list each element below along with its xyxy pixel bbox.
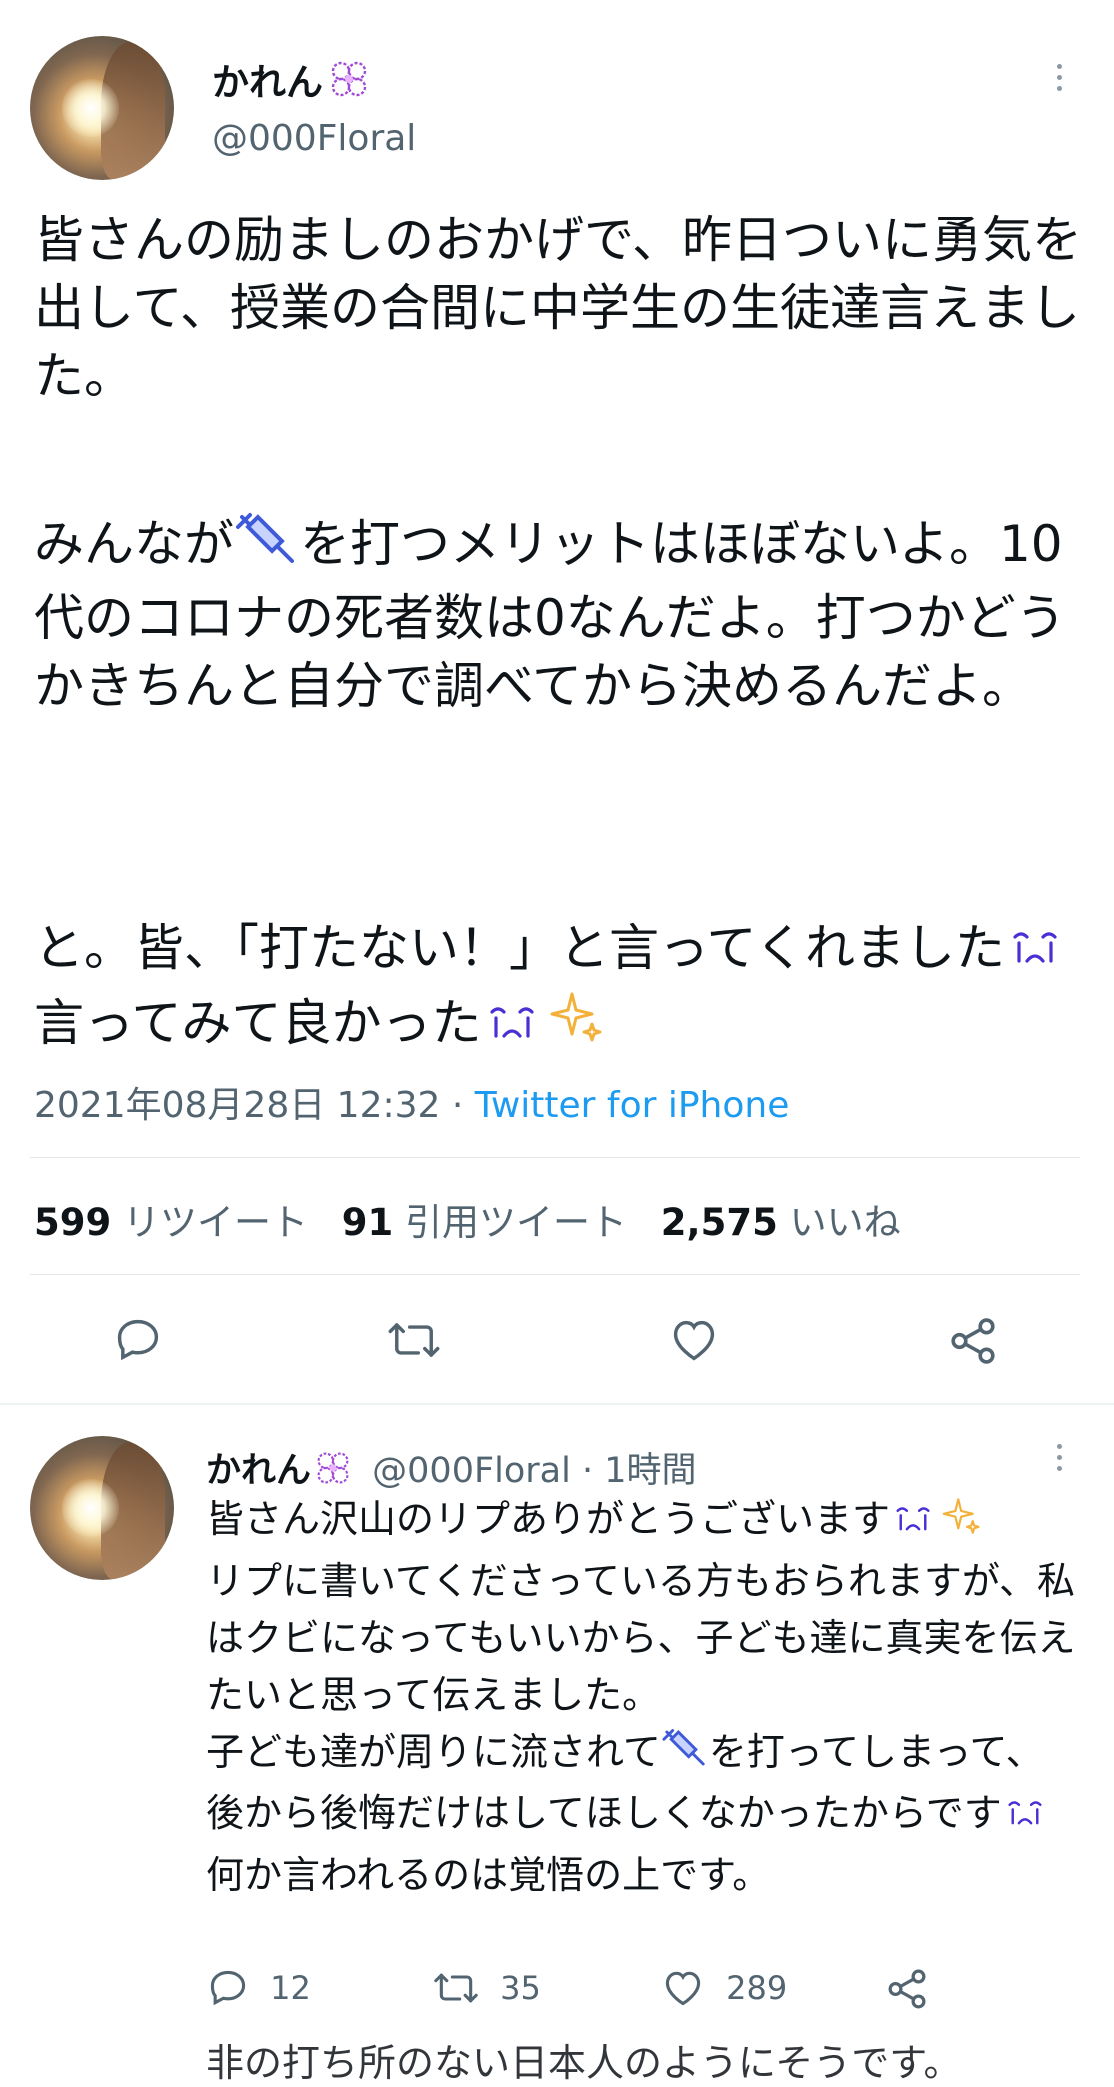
tweet-source-link[interactable]: Twitter for iPhone (475, 1085, 790, 1126)
reply-handle[interactable]: @000Floral (372, 1451, 571, 1491)
share-icon (951, 1318, 995, 1364)
reply-like-button[interactable]: 289 (660, 1966, 787, 2010)
reply-line-4: 何か言われるのは覚悟の上です。 (206, 1852, 771, 1897)
more-options-icon[interactable] (1057, 64, 1063, 97)
reply-separator: · (581, 1451, 594, 1491)
crying-face-icon (482, 995, 542, 1063)
crying-face-icon (1005, 920, 1065, 988)
crying-face-icon (890, 1496, 936, 1553)
reply-share-button[interactable] (884, 1966, 930, 2016)
tweet-stats: 599 リツイート 91 引用ツイート 2,575 いいね (34, 1192, 901, 1246)
avatar-glow (61, 1479, 120, 1537)
reply-line-3: 子ども達が周りに流されて を打ってしまって、後から後悔だけはしてほしくなかったか… (206, 1724, 1076, 1847)
reply-display-name[interactable]: かれん (206, 1451, 311, 1491)
reply-button[interactable] (112, 1314, 164, 1366)
reply-more-options-icon[interactable] (1057, 1444, 1063, 1477)
meta-separator: · (451, 1085, 464, 1126)
like-button[interactable] (667, 1314, 721, 1366)
tweet-text-paragraph-1: 皆さんの励ましのおかげで、昨日ついに勇気を出して、授業の合間に中学生の生徒達言え… (34, 211, 1082, 405)
retweet-icon (388, 1323, 440, 1357)
tweet-meta: 2021年08月28日 12:32 · Twitter for iPhone (34, 1076, 789, 1128)
quotes-stat[interactable]: 91 引用ツイート (342, 1201, 639, 1244)
avatar[interactable] (30, 36, 174, 180)
reply-icon (210, 1970, 246, 2006)
flower-icon (327, 59, 371, 108)
like-count: 289 (726, 1969, 788, 2007)
reply-line-1: 皆さん沢山のリプありがとうございます (206, 1491, 1076, 1553)
retweet-count: 35 (500, 1969, 541, 2007)
reply-count: 12 (270, 1969, 311, 2007)
reply-retweet-button[interactable]: 35 (432, 1966, 541, 2010)
divider (30, 1157, 1080, 1158)
syringe-icon (661, 1727, 709, 1785)
divider (30, 1274, 1080, 1275)
section-divider (0, 1403, 1114, 1405)
reply-line-2: リプに書いてくださっている方もおられますが、私はクビになってもいいから、子ども達… (206, 1558, 1076, 1717)
heart-icon (665, 1971, 701, 2006)
reply-time[interactable]: 1時間 (604, 1451, 696, 1491)
retweet-button[interactable] (386, 1314, 442, 1366)
syringe-icon (234, 511, 300, 584)
retweet-icon (434, 1973, 478, 2003)
likes-stat[interactable]: 2,575 いいね (661, 1201, 901, 1244)
reply-icon (117, 1319, 159, 1361)
reply-reply-button[interactable]: 12 (206, 1966, 311, 2010)
display-name[interactable]: かれん (212, 52, 371, 108)
reply-header: かれん @000Floral · 1時間 (206, 1442, 697, 1495)
sparkles-icon (542, 988, 604, 1063)
flower-icon (313, 1450, 353, 1495)
heart-icon (673, 1320, 715, 1361)
handle[interactable]: @000Floral (212, 118, 416, 159)
share-icon (888, 1969, 926, 2009)
reply-text: 皆さん沢山のリプありがとうございます リプに書いてくださっている方もおられますが… (206, 1491, 1076, 1904)
retweets-stat[interactable]: 599 リツイート (34, 1201, 320, 1244)
tweet-text-paragraph-3: と。皆、「打たない！」と言ってくれました 言ってみて良かった (34, 914, 1084, 1063)
next-tweet-cut-text: 非の打ち所のない日本人のようにそうです。 (206, 2041, 962, 2085)
reply-avatar[interactable] (30, 1436, 174, 1580)
tweet-date: 2021年08月28日 12:32 (34, 1085, 441, 1126)
crying-face-icon (1002, 1790, 1048, 1847)
share-button[interactable] (946, 1314, 1000, 1368)
avatar-glow (61, 79, 120, 137)
sparkles-icon (936, 1495, 982, 1553)
tweet-text-paragraph-2: みんなが を打つメリットはほぼないよ。10代のコロナの死者数は0なんだよ。打つか… (34, 510, 1084, 720)
